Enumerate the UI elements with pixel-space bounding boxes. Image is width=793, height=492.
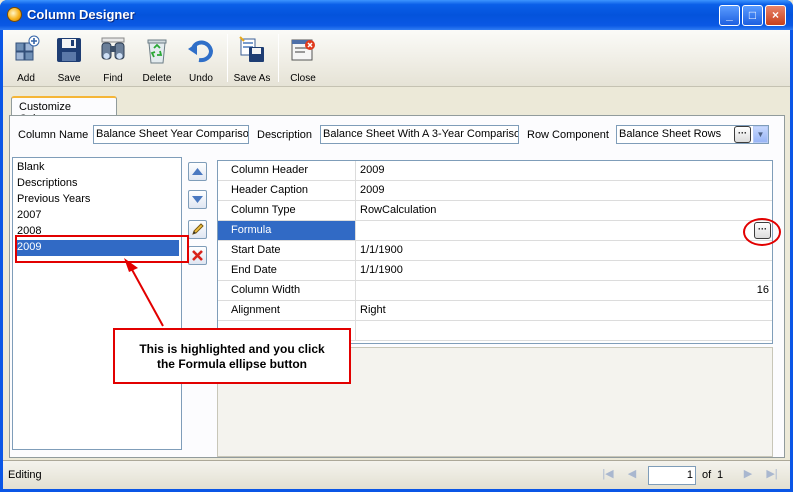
save-as-icon <box>239 36 264 62</box>
property-value[interactable]: 2009 <box>357 181 772 200</box>
property-row[interactable]: Start Date 1/1/1900 <box>218 241 772 261</box>
list-item[interactable]: Previous Years <box>15 192 179 208</box>
property-value[interactable]: 1/1/1900 <box>357 261 772 280</box>
delete-label: Delete <box>142 73 172 84</box>
toolbar: Add Save Find Delete Undo Save As Close <box>3 30 790 87</box>
column-designer-window: Column Designer _ □ × Add Save Find Dele… <box>0 0 793 492</box>
property-row-formula[interactable]: Formula ··· <box>218 221 772 241</box>
save-as-label: Save As <box>233 73 271 84</box>
find-button[interactable]: Find <box>92 33 134 85</box>
property-name: Start Date <box>218 241 356 260</box>
find-label: Find <box>103 73 123 84</box>
close-button[interactable]: Close <box>282 33 324 85</box>
list-item[interactable]: Blank <box>15 160 179 176</box>
row-component-label: Row Component <box>527 129 609 141</box>
red-x-icon <box>192 250 203 261</box>
window-client: Add Save Find Delete Undo Save As Close … <box>3 30 790 489</box>
edit-button[interactable] <box>188 220 207 239</box>
chevron-down-icon: ▼ <box>756 130 765 139</box>
window-title: Column Designer <box>27 7 135 22</box>
toolbar-separator <box>227 34 228 82</box>
description-input[interactable]: Balance Sheet With A 3-Year Comparison <box>320 125 519 144</box>
property-value[interactable] <box>357 221 772 240</box>
triangle-up-icon <box>192 168 203 175</box>
minimize-button[interactable]: _ <box>719 5 740 26</box>
undo-label: Undo <box>189 73 213 84</box>
property-name: Alignment <box>218 301 356 320</box>
prev-page-button[interactable]: ◀ <box>625 467 639 483</box>
property-grid[interactable]: Column Header 2009 Header Caption 2009 Col… <box>217 160 773 344</box>
add-label: Add <box>17 73 35 84</box>
save-button[interactable]: Save <box>48 33 90 85</box>
page-number-input[interactable]: 1 <box>648 466 696 485</box>
column-name-label: Column Name <box>18 129 89 141</box>
list-item[interactable]: Descriptions <box>15 176 179 192</box>
of-label: of <box>702 469 712 481</box>
close-form-icon <box>291 39 315 61</box>
next-page-button[interactable]: ▶ <box>741 467 755 483</box>
recycle-bin-icon <box>147 39 167 64</box>
undo-icon <box>188 40 214 63</box>
property-row[interactable]: Column Header 2009 <box>218 161 772 181</box>
close-window-button[interactable]: × <box>765 5 786 26</box>
column-name-input[interactable]: Balance Sheet Year Comparison <box>93 125 249 144</box>
property-row[interactable]: End Date 1/1/1900 <box>218 261 772 281</box>
move-down-button[interactable] <box>188 190 207 209</box>
floppy-disk-icon <box>57 38 81 62</box>
columns-listbox[interactable]: Blank Descriptions Previous Years 2007 2… <box>12 157 182 450</box>
property-row[interactable]: Alignment Right <box>218 301 772 321</box>
annotation-line-2: the Formula ellipse button <box>156 357 307 371</box>
property-name: Formula <box>218 221 356 240</box>
close-icon: × <box>771 8 779 22</box>
annotation-callout: This is highlighted and you click the Fo… <box>113 328 351 384</box>
title-bar[interactable]: Column Designer _ □ × <box>0 0 793 30</box>
annotation-line-1: This is highlighted and you click <box>139 342 325 356</box>
property-name: Column Header <box>218 161 356 180</box>
property-name: Header Caption <box>218 181 356 200</box>
pencil-icon <box>192 223 204 235</box>
add-button[interactable]: Add <box>5 33 47 85</box>
save-label: Save <box>57 73 81 84</box>
row-component-ellipsis-button[interactable]: ··· <box>734 126 751 143</box>
property-name: End Date <box>218 261 356 280</box>
move-up-button[interactable] <box>188 162 207 181</box>
property-value[interactable]: 16 <box>357 281 772 300</box>
highlight-ellipse <box>743 218 781 246</box>
close-label: Close <box>290 73 316 84</box>
tab-customize-columns[interactable]: Customize Columns <box>11 96 117 125</box>
status-bar: Editing |◀ ◀ 1 of 1 ▶ ▶| <box>3 460 790 489</box>
total-pages: 1 <box>717 469 724 481</box>
row-component-dropdown-button[interactable]: ▼ <box>753 126 768 143</box>
last-page-button[interactable]: ▶| <box>765 467 779 483</box>
description-label: Description <box>257 129 313 141</box>
add-icon <box>15 35 40 61</box>
property-row[interactable]: Column Type RowCalculation <box>218 201 772 221</box>
property-name: Column Width <box>218 281 356 300</box>
delete-button[interactable]: Delete <box>136 33 178 85</box>
property-value[interactable]: 1/1/1900 <box>357 241 772 260</box>
maximize-icon: □ <box>748 8 757 22</box>
list-item[interactable]: 2007 <box>15 208 179 224</box>
property-value[interactable] <box>357 321 772 340</box>
property-value[interactable]: 2009 <box>357 161 772 180</box>
triangle-down-icon <box>192 196 203 203</box>
property-name: Column Type <box>218 201 356 220</box>
first-page-button[interactable]: |◀ <box>601 467 615 483</box>
property-row[interactable]: Header Caption 2009 <box>218 181 772 201</box>
save-as-button[interactable]: Save As <box>231 33 273 85</box>
app-icon <box>7 7 22 22</box>
minimize-icon: _ <box>726 8 733 22</box>
remove-button[interactable] <box>188 246 207 265</box>
maximize-button[interactable]: □ <box>742 5 763 26</box>
property-value[interactable]: RowCalculation <box>357 201 772 220</box>
property-value[interactable]: Right <box>357 301 772 320</box>
binoculars-icon <box>101 37 125 60</box>
undo-button[interactable]: Undo <box>180 33 222 85</box>
highlight-rectangle <box>15 235 189 263</box>
status-text: Editing <box>8 469 42 481</box>
toolbar-separator <box>278 34 279 82</box>
property-row[interactable]: Column Width 16 <box>218 281 772 301</box>
